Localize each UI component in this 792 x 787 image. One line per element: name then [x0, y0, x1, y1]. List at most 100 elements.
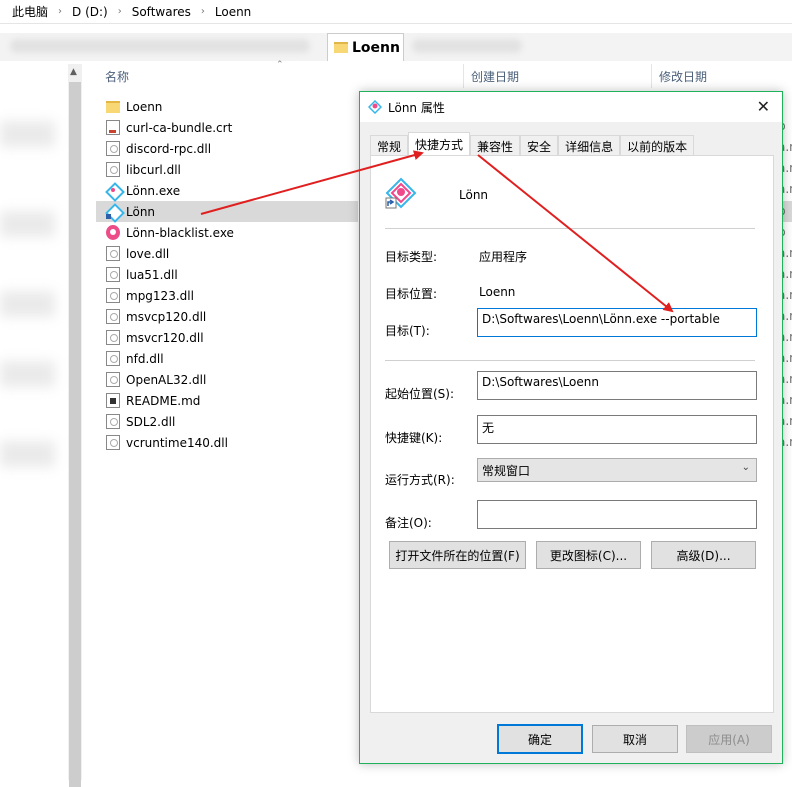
dll-icon: [106, 414, 120, 429]
file-name: Lönn-blacklist.exe: [126, 225, 234, 240]
dll-icon: [106, 246, 120, 261]
breadcrumb: 此电脑 › D (D:) › Softwares › Loenn: [0, 0, 792, 24]
file-row[interactable]: discord-rpc.dll: [96, 138, 360, 159]
chevron-right-icon[interactable]: ›: [58, 6, 62, 17]
file-name: curl-ca-bundle.crt: [126, 120, 233, 135]
apply-button[interactable]: 应用(A): [686, 725, 772, 753]
column-header-name[interactable]: 名称: [105, 62, 129, 90]
column-header-modified[interactable]: 修改日期: [659, 62, 707, 90]
markdown-icon: [106, 393, 120, 408]
target-input[interactable]: D:\Softwares\Loenn\Lönn.exe --portable: [477, 308, 757, 337]
dialog-tabs: 常规 快捷方式 兼容性 安全 详细信息 以前的版本: [370, 132, 695, 156]
target-type-value: 应用程序: [479, 250, 528, 264]
folder-icon: [334, 42, 348, 53]
file-row[interactable]: msvcp120.dll: [96, 306, 360, 327]
shortcut-name: Lönn: [459, 188, 489, 202]
blurred-tabs: [10, 39, 310, 53]
file-name: README.md: [126, 393, 201, 408]
dll-icon: [106, 267, 120, 282]
certificate-icon: [106, 120, 120, 135]
column-header-created[interactable]: 创建日期: [471, 62, 519, 90]
properties-dialog: Lönn 属性 ✕ 常规 快捷方式 兼容性 安全 详细信息 以前的版本 Lönn…: [359, 91, 783, 764]
blurred-nav: [0, 361, 55, 387]
file-name: SDL2.dll: [126, 414, 176, 429]
tab-loenn[interactable]: Loenn: [327, 33, 404, 61]
comment-input[interactable]: [477, 500, 757, 529]
dll-icon: [106, 351, 120, 366]
run-select[interactable]: 常规窗口 ⌄: [477, 458, 757, 482]
advanced-button[interactable]: 高级(D)...: [651, 541, 756, 569]
tab-shortcut[interactable]: 快捷方式: [408, 132, 471, 156]
nav-scrollbar[interactable]: ▲: [68, 64, 82, 787]
file-row[interactable]: mpg123.dll: [96, 285, 360, 306]
chevron-right-icon[interactable]: ›: [201, 6, 205, 17]
column-divider[interactable]: [651, 64, 652, 88]
file-name: OpenAL32.dll: [126, 372, 207, 387]
run-select-value: 常规窗口: [482, 464, 531, 478]
tab-details[interactable]: 详细信息: [558, 135, 621, 156]
lonn-app-icon: [368, 100, 382, 114]
dll-icon: [106, 309, 120, 324]
file-row[interactable]: msvcr120.dll: [96, 327, 360, 348]
dll-icon: [106, 141, 120, 156]
blacklist-app-icon: [106, 225, 120, 240]
column-divider[interactable]: [463, 64, 464, 88]
file-name: msvcp120.dll: [126, 309, 207, 324]
file-row[interactable]: vcruntime140.dll: [96, 432, 360, 453]
file-row[interactable]: nfd.dll: [96, 348, 360, 369]
breadcrumb-item-drive[interactable]: D (D:): [72, 5, 108, 19]
ok-button[interactable]: 确定: [497, 724, 583, 754]
file-name: Loenn: [126, 99, 163, 114]
dll-icon: [106, 330, 120, 345]
file-row[interactable]: Lönn.exe: [96, 180, 360, 201]
tab-previous-versions[interactable]: 以前的版本: [620, 135, 695, 156]
dll-icon: [106, 372, 120, 387]
start-in-input[interactable]: D:\Softwares\Loenn: [477, 371, 757, 400]
scrollbar-thumb[interactable]: [69, 82, 81, 787]
file-row[interactable]: lua51.dll: [96, 264, 360, 285]
tab-general[interactable]: 常规: [370, 135, 409, 156]
file-row[interactable]: SDL2.dll: [96, 411, 360, 432]
file-name: discord-rpc.dll: [126, 141, 212, 156]
file-row[interactable]: Loenn: [96, 96, 360, 117]
close-icon[interactable]: ✕: [757, 97, 770, 116]
tab-label: Loenn: [352, 39, 400, 56]
file-name: Lönn: [126, 204, 156, 219]
breadcrumb-item-softwares[interactable]: Softwares: [132, 5, 191, 19]
file-list: Loenn curl-ca-bundle.crt discord-rpc.dll…: [96, 96, 360, 453]
run-label: 运行方式(R):: [385, 473, 455, 487]
hotkey-label: 快捷键(K):: [385, 431, 443, 445]
navigation-pane[interactable]: [0, 61, 66, 780]
tab-security[interactable]: 安全: [520, 135, 559, 156]
file-name: nfd.dll: [126, 351, 164, 366]
sort-ascending-icon: ⌃: [276, 60, 284, 70]
file-row[interactable]: libcurl.dll: [96, 159, 360, 180]
file-row[interactable]: OpenAL32.dll: [96, 369, 360, 390]
file-row[interactable]: love.dll: [96, 243, 360, 264]
file-row-selected[interactable]: Lönn: [96, 201, 358, 222]
dll-icon: [106, 162, 120, 177]
dialog-titlebar[interactable]: Lönn 属性 ✕: [360, 92, 782, 122]
file-row[interactable]: Lönn-blacklist.exe: [96, 222, 360, 243]
shortcut-large-icon: [385, 177, 417, 209]
open-file-location-button[interactable]: 打开文件所在的位置(F): [389, 541, 526, 569]
shortcut-panel: Lönn 目标类型: 应用程序 目标位置: Loenn 目标(T): D:\So…: [370, 155, 774, 713]
file-name: mpg123.dll: [126, 288, 194, 303]
hotkey-input[interactable]: 无: [477, 415, 757, 444]
file-name: love.dll: [126, 246, 170, 261]
tab-compatibility[interactable]: 兼容性: [470, 135, 521, 156]
change-icon-button[interactable]: 更改图标(C)...: [536, 541, 641, 569]
file-name: lua51.dll: [126, 267, 178, 282]
chevron-right-icon[interactable]: ›: [118, 6, 122, 17]
scroll-up-icon[interactable]: ▲: [70, 67, 77, 77]
breadcrumb-item-loenn[interactable]: Loenn: [215, 5, 251, 19]
blurred-nav: [0, 211, 55, 237]
file-row[interactable]: README.md: [96, 390, 360, 411]
target-location-label: 目标位置:: [385, 287, 438, 301]
blurred-nav: [0, 291, 55, 317]
file-name: msvcr120.dll: [126, 330, 204, 345]
lonn-app-icon: [106, 183, 120, 198]
file-row[interactable]: curl-ca-bundle.crt: [96, 117, 360, 138]
cancel-button[interactable]: 取消: [592, 725, 678, 753]
breadcrumb-item-this-pc[interactable]: 此电脑: [12, 3, 48, 20]
